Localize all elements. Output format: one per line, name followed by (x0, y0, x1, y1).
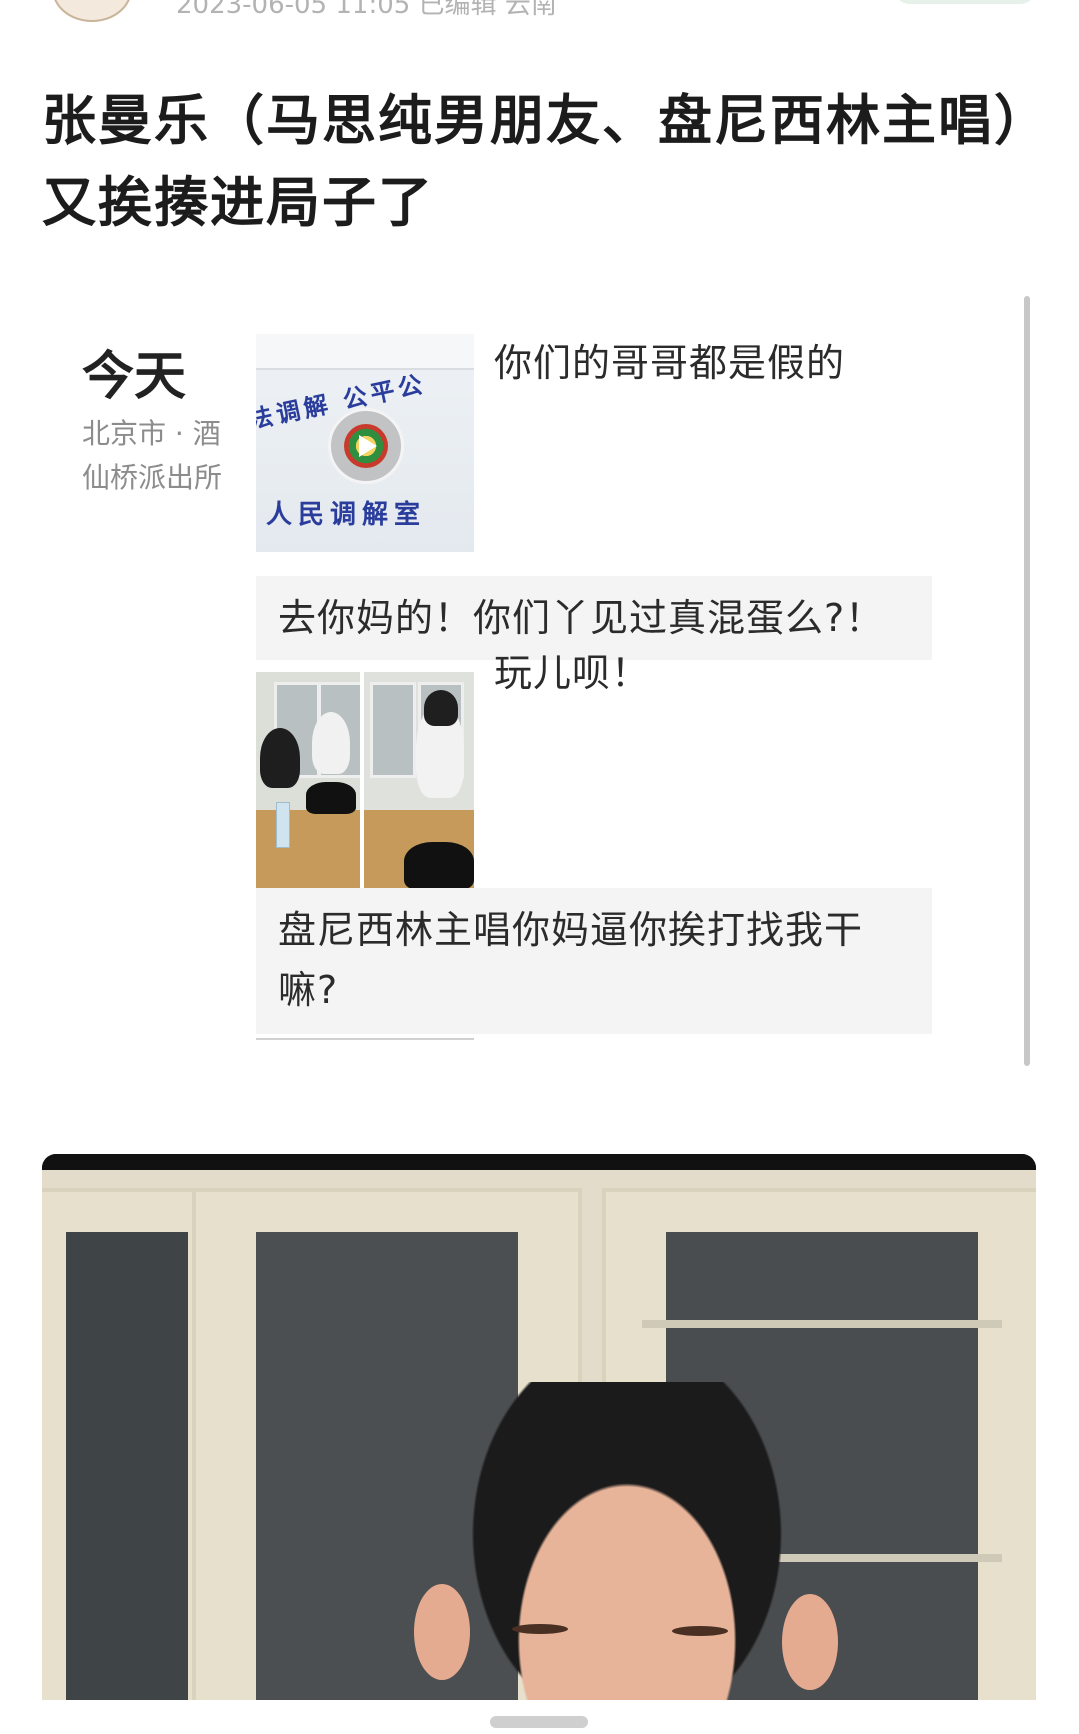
bag-decoration (306, 782, 356, 814)
cabinet-glass (66, 1232, 188, 1700)
table-decoration (256, 810, 360, 890)
cabinet-shelf (642, 1320, 1002, 1328)
home-indicator[interactable] (490, 1716, 588, 1728)
video-thumbnail[interactable]: 法调解 公平公 人民调解室 (256, 334, 474, 552)
play-icon[interactable] (328, 408, 404, 484)
emblem-icon (344, 424, 388, 468)
moments-screenshot: 今天 北京市 · 酒仙桥派出所 法调解 公平公 人民调解室 你们的哥哥都是假的 … (42, 296, 1032, 1096)
avatar[interactable] (52, 0, 132, 22)
follow-button[interactable] (895, 0, 1035, 4)
person-head (447, 1382, 807, 1700)
location-text: 北京市 · 酒仙桥派出所 (82, 417, 223, 494)
photo-top-bar (42, 1154, 1036, 1170)
person-figure (312, 712, 350, 774)
scrollbar[interactable] (1024, 296, 1030, 1066)
banner-text-bottom: 人民调解室 (266, 500, 427, 530)
post-title: 张曼乐（马思纯男朋友、盘尼西林主唱）又挨揍进局子了 (42, 89, 1023, 234)
play-triangle-icon (359, 435, 377, 457)
bag-decoration (404, 842, 474, 890)
person-figure (260, 728, 300, 788)
divider (256, 1038, 474, 1040)
moment-caption: 你们的哥哥都是假的 (494, 341, 846, 385)
post-photo[interactable] (42, 1154, 1036, 1700)
eye-shape (672, 1626, 728, 1636)
photo-thumbnail[interactable] (364, 672, 474, 890)
person-figure (424, 690, 458, 726)
post-meta-row: 2023-06-05 11:05 已编辑 云南 (0, 0, 1079, 24)
moment-caption: 玩儿呗！ (494, 651, 651, 695)
day-label: 今天 (82, 347, 187, 407)
shared-text-box[interactable]: 盘尼西林主唱你妈逼你挨打找我干嘛? (256, 888, 932, 1034)
bottle-decoration (276, 802, 290, 848)
cabinet-decoration (370, 682, 416, 778)
photo-thumbnail[interactable] (256, 672, 360, 890)
post-meta-text: 2023-06-05 11:05 已编辑 云南 (176, 0, 557, 20)
eye-shape (512, 1624, 568, 1634)
